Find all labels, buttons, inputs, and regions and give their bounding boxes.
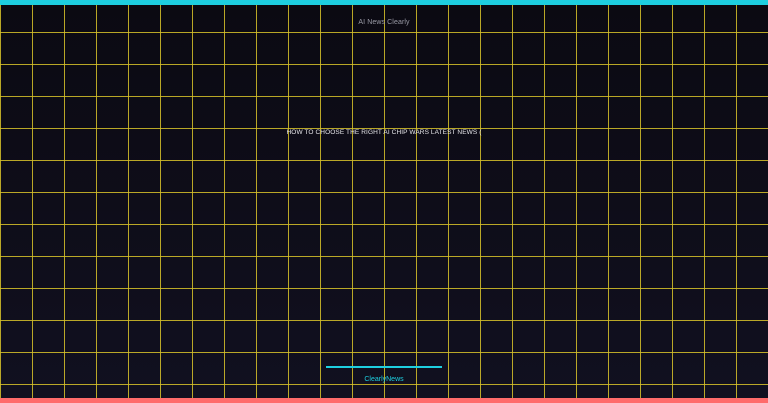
brand-divider: [326, 366, 442, 368]
headline: HOW TO CHOOSE THE RIGHT AI CHIP WARS LAT…: [286, 129, 482, 136]
bottom-accent-bar: [0, 398, 768, 403]
brand-name[interactable]: ClearlyNews: [0, 376, 768, 383]
site-name: AI News Clearly: [358, 19, 410, 26]
grid-overlay: [0, 5, 768, 398]
slide-canvas: AI News Clearly HOW TO CHOOSE THE RIGHT …: [0, 0, 768, 403]
